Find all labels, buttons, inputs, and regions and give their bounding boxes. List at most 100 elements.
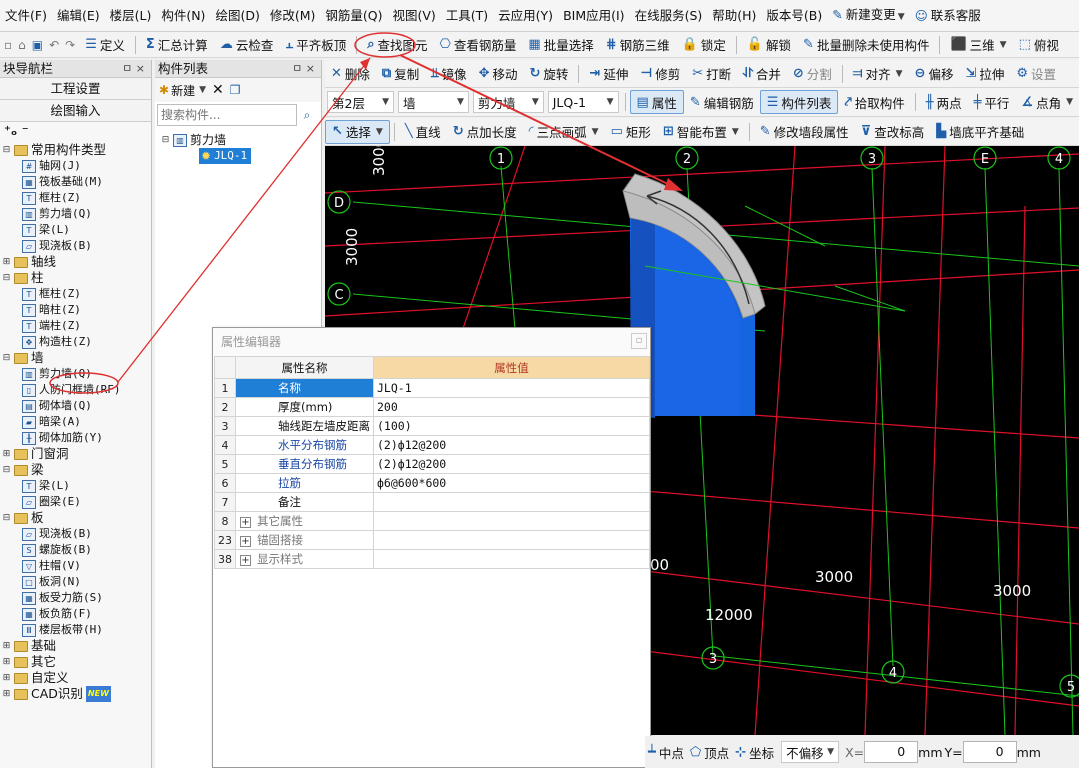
menu-item[interactable]: 视图(V) — [387, 0, 440, 31]
close-icon[interactable]: ▫ — [631, 333, 647, 349]
menu-item[interactable]: ✎ 新建变更 ▼ — [827, 0, 909, 31]
property-row[interactable]: 6 拉筋 ф6@600*600 — [214, 473, 650, 493]
floor-select[interactable]: 第2层 ▼ — [327, 91, 395, 113]
expand-icon[interactable]: + — [240, 555, 251, 566]
tree-folder[interactable]: ⊞ 自定义 — [2, 670, 69, 686]
category-select[interactable]: 墙 ▼ — [398, 91, 469, 113]
pin-close-icon[interactable]: ㅁ × — [292, 60, 315, 77]
expand-icon[interactable]: ⊞ — [2, 670, 11, 686]
copy-icon[interactable]: ❐ — [230, 83, 241, 97]
tree-folder[interactable]: ⊟ 柱 — [2, 270, 44, 286]
property-value[interactable] — [373, 492, 650, 512]
redo-icon[interactable]: ↷ — [65, 38, 75, 52]
menu-item[interactable]: 工具(T) — [441, 0, 493, 31]
tree-item[interactable]: ▦ 筏板基础(M) — [22, 174, 103, 190]
property-value[interactable] — [373, 530, 650, 550]
summary-calc-button[interactable]: Σ 汇总计算 — [140, 33, 214, 57]
rebar-3d-button[interactable]: ⋕ 钢筋三维 — [600, 33, 676, 57]
tree-item[interactable]: S 螺旋板(B) — [22, 542, 92, 558]
collapse-icon[interactable]: ⊟ — [2, 350, 11, 366]
tree-folder[interactable]: ⊞ 门窗洞 — [2, 446, 69, 462]
undo-icon[interactable]: ↶ — [49, 38, 59, 52]
property-value[interactable]: JLQ-1 — [373, 378, 650, 398]
menu-item[interactable]: ☺ 联系客服 — [910, 0, 986, 31]
parallel-button[interactable]: ╪ 平行 — [968, 90, 1016, 114]
collapse-icon[interactable]: ⊟ — [2, 462, 11, 478]
property-row[interactable]: 5 垂直分布钢筋 (2)ф12@200 — [214, 454, 650, 474]
check-elevation-button[interactable]: ⊽ 查改标高 — [855, 120, 931, 144]
delete-button[interactable]: ✕ 删除 — [325, 62, 376, 86]
search-input[interactable] — [157, 104, 297, 126]
select-button[interactable]: ↖ 选择 ▼ — [325, 119, 390, 144]
copy-button[interactable]: ⧉ 复制 — [376, 62, 425, 86]
split-button[interactable]: ⊘ 分割 — [787, 62, 838, 86]
mirror-button[interactable]: ⫫ 镜像 — [425, 62, 472, 86]
tree-item[interactable]: T 暗柱(Z) — [22, 302, 81, 318]
tree-item[interactable]: ▤ 砌体墙(Q) — [22, 398, 92, 414]
property-row[interactable]: 4 水平分布钢筋 (2)ф12@200 — [214, 435, 650, 455]
search-icon[interactable]: ⌕ — [297, 104, 317, 126]
property-row[interactable]: 1 名称 JLQ-1 — [214, 378, 650, 398]
menu-item[interactable]: 在线服务(S) — [630, 0, 708, 31]
expand-collapse-icons[interactable]: ⁺ₒ ⁻ — [0, 122, 151, 142]
rotate-button[interactable]: ↻ 旋转 — [523, 62, 574, 86]
type-select[interactable]: 剪力墙 ▼ — [472, 91, 544, 113]
two-points-button[interactable]: ╫ 两点 — [920, 90, 968, 114]
vertex-snap-button[interactable]: ⬠ 顶点 — [687, 740, 732, 764]
member-select[interactable]: JLQ-1 ▼ — [547, 91, 619, 113]
view-rebar-button[interactable]: ⎔ 查看钢筋量 — [434, 33, 523, 57]
menu-item[interactable]: 文件(F) — [0, 0, 52, 31]
break-button[interactable]: ✂ 打断 — [686, 62, 737, 86]
collapse-icon[interactable]: ⊟ — [2, 270, 11, 286]
menu-item[interactable]: 帮助(H) — [707, 0, 761, 31]
expand-icon[interactable]: ⊞ — [2, 254, 11, 270]
tree-item[interactable]: # 轴网(J) — [22, 158, 81, 174]
three-point-arc-button[interactable]: ◜ 三点画弧 ▼ — [523, 120, 605, 144]
tree-folder[interactable]: ⊟ 板 — [2, 510, 44, 526]
tree-folder[interactable]: ⊞ 轴线 — [2, 254, 56, 270]
property-value[interactable]: (2)ф12@200 — [373, 435, 650, 455]
extend-button[interactable]: ⇥ 延伸 — [583, 62, 634, 86]
property-row[interactable]: 7 备注 — [214, 492, 650, 512]
smart-layout-button[interactable]: ⊞ 智能布置 ▼ — [657, 120, 745, 144]
tree-item[interactable]: ▦ 板负筋(F) — [22, 606, 92, 622]
pin-close-icon[interactable]: ㅁ × — [122, 60, 145, 77]
property-row[interactable]: 23 + 锚固搭接 — [214, 530, 650, 550]
tree-folder[interactable]: ⊞ 基础 — [2, 638, 56, 654]
batch-select-button[interactable]: ▦ 批量选择 — [522, 33, 599, 57]
trim-button[interactable]: ⊣ 修剪 — [634, 62, 686, 86]
rectangle-button[interactable]: ▭ 矩形 — [605, 120, 657, 144]
property-row[interactable]: 8 + 其它属性 — [214, 511, 650, 531]
expand-icon[interactable]: ⊞ — [2, 446, 11, 462]
find-element-button[interactable]: ⌕ 查找图元 — [361, 33, 433, 57]
point-angle-button[interactable]: ∡ 点角 ▼ — [1015, 90, 1079, 114]
tree-item[interactable]: ▱ 现浇板(B) — [22, 238, 92, 254]
collapse-icon[interactable]: ⊟ — [161, 132, 170, 148]
wall-bottom-flush-button[interactable]: ▙ 墙底平齐基础 — [930, 120, 1030, 144]
flush-slab-top-button[interactable]: ⫠ 平齐板顶 — [279, 33, 352, 57]
align-button[interactable]: ⫤ 对齐 ▼ — [847, 62, 909, 86]
property-row[interactable]: 2 厚度(mm) 200 — [214, 397, 650, 417]
tree-item[interactable]: ▥ 剪力墙(Q) — [22, 206, 92, 222]
tree-folder[interactable]: ⊟ 梁 — [2, 462, 44, 478]
menu-item[interactable]: 云应用(Y) — [493, 0, 558, 31]
view-3d-button[interactable]: ⬛ 三维 ▼ — [944, 33, 1012, 57]
expand-icon[interactable]: + — [240, 517, 251, 528]
menu-item[interactable]: 修改(M) — [265, 0, 321, 31]
properties-button[interactable]: ▤ 属性 — [629, 90, 684, 114]
unlock-button[interactable]: 🔓 解锁 — [741, 33, 797, 57]
tree-item[interactable]: ▰ 暗梁(A) — [22, 414, 81, 430]
component-list-button[interactable]: ☰ 构件列表 — [759, 90, 839, 114]
tree-item[interactable]: ▽ 柱帽(V) — [22, 558, 81, 574]
edit-rebar-button[interactable]: ✎ 编辑钢筋 — [684, 90, 760, 114]
property-value[interactable]: (2)ф12@200 — [373, 454, 650, 474]
tree-item[interactable]: Ⅲ 楼层板带(H) — [22, 622, 103, 638]
property-value[interactable] — [373, 549, 650, 569]
menu-item[interactable]: 版本号(B) — [761, 0, 827, 31]
offset-select[interactable]: 不偏移 ▼ — [781, 741, 840, 763]
tree-item[interactable]: T 梁(L) — [22, 478, 70, 494]
tree-item[interactable]: □ 板洞(N) — [22, 574, 81, 590]
tree-item[interactable]: ▯ 人防门框墙(RF) — [22, 382, 121, 398]
drawing-input-button[interactable]: 绘图输入 — [0, 100, 151, 122]
menu-item[interactable]: 绘图(D) — [210, 0, 264, 31]
